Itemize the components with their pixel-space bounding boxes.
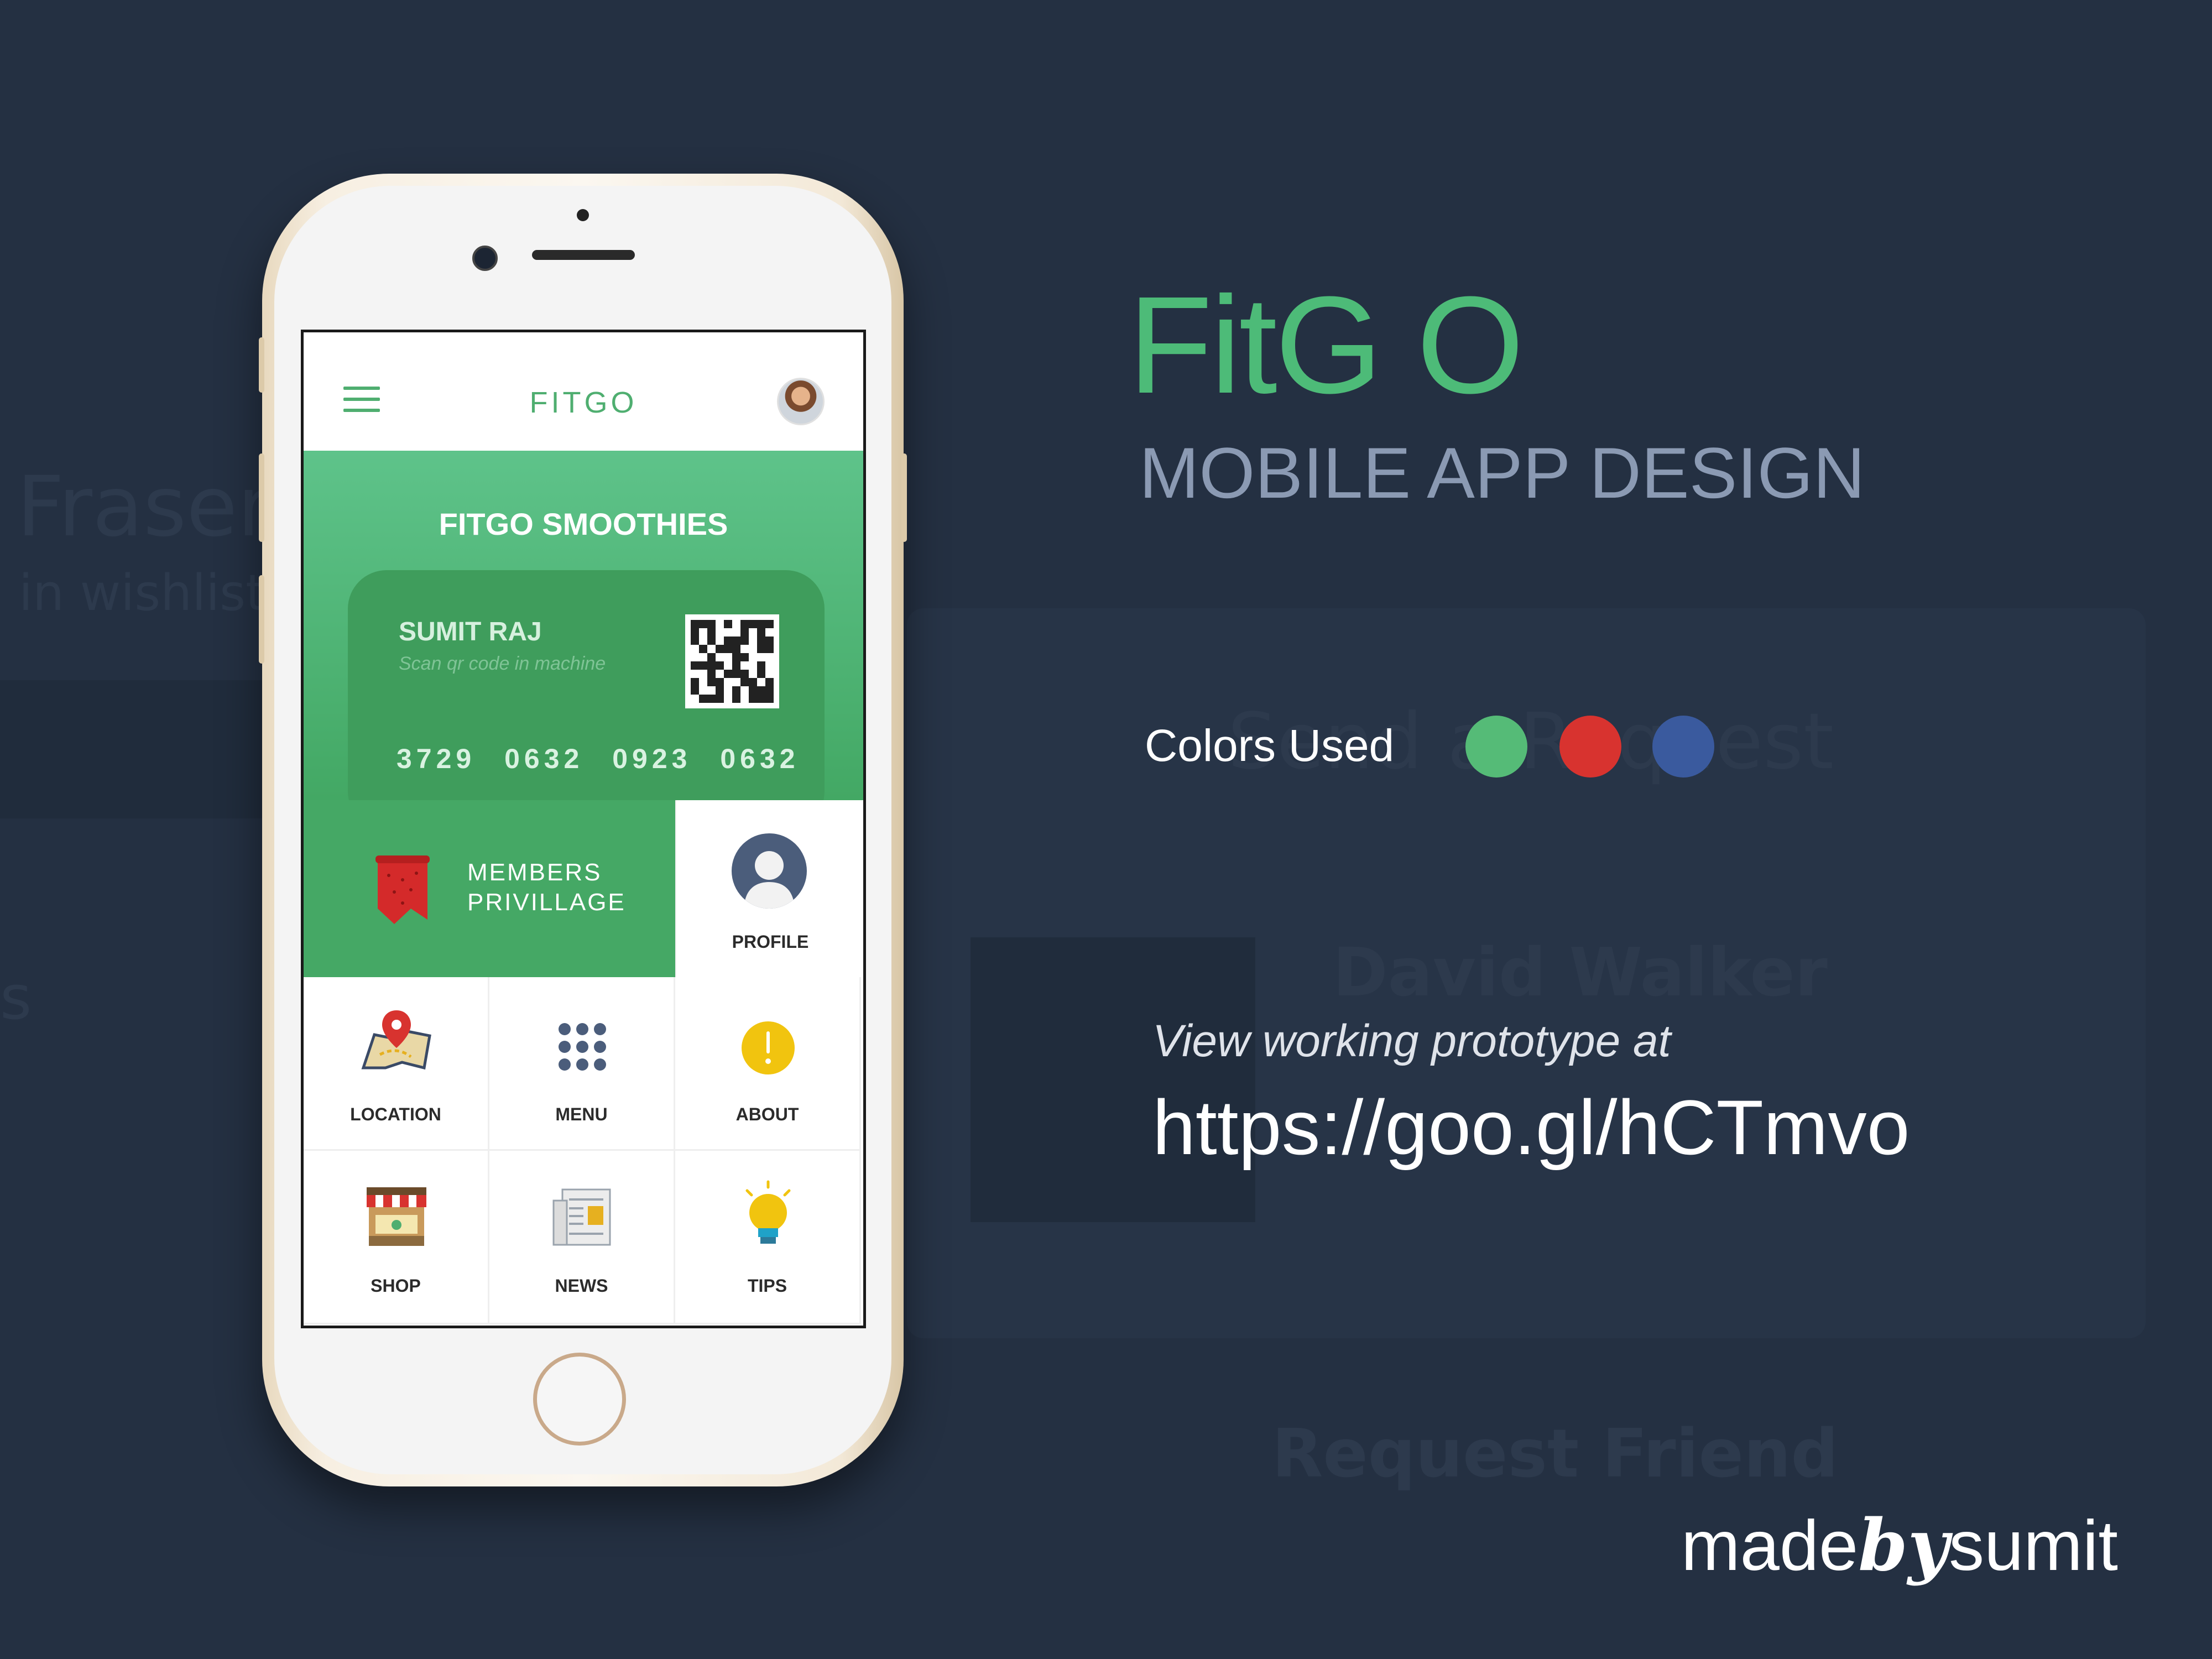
phone-home-button[interactable] — [533, 1353, 626, 1446]
shop-label: SHOP — [371, 1276, 421, 1296]
map-pin-icon — [361, 1010, 431, 1070]
credit-by: by — [1858, 1504, 1949, 1587]
color-swatch-red — [1559, 716, 1621, 778]
feature-grid: LOCATION MENU ABOUT SHOP NEWS TIPS — [304, 977, 863, 1326]
members-privillage-tile[interactable]: MEMBERS PRIVILLAGE — [304, 800, 675, 977]
prototype-url-link[interactable]: https://goo.gl/hCTmvo — [1152, 1083, 1910, 1172]
card-number: 3729 0632 0923 0632 — [397, 743, 800, 774]
hero-title: FITGO SMOOTHIES — [439, 507, 728, 541]
credit-made: made — [1681, 1506, 1859, 1585]
tile-news[interactable]: NEWS — [489, 1151, 675, 1324]
showcase-subtitle: MOBILE APP DESIGN — [1139, 432, 1865, 513]
tips-label: TIPS — [747, 1276, 787, 1296]
membership-card[interactable]: SUMIT RAJ Scan qr code in machine 3729 0… — [348, 570, 825, 830]
phone-side-button — [259, 337, 264, 393]
colors-used-label: Colors Used — [1145, 721, 1395, 771]
ghost-person-photo — [971, 937, 1255, 1222]
members-label-line2: PRIVILLAGE — [467, 889, 626, 916]
ghost-person-name: David Walker — [1333, 935, 1828, 1011]
showcase-title: FitG O — [1128, 268, 1524, 422]
phone-volume-up — [259, 453, 264, 542]
about-label: ABOUT — [735, 1104, 799, 1124]
ghost-name: Fraser — [17, 459, 272, 555]
info-exclamation-icon — [742, 1021, 795, 1074]
members-label: MEMBERS PRIVILLAGE — [467, 858, 626, 917]
color-swatch-blue — [1652, 716, 1714, 778]
hero-section: FITGO SMOOTHIES SUMIT RAJ Scan qr code i… — [304, 451, 863, 830]
tile-menu[interactable]: MENU — [489, 977, 675, 1151]
app-screen: FITGO FITGO SMOOTHIES SUMIT RAJ Scan qr … — [301, 330, 866, 1328]
credit-signature: madebysumit — [1681, 1504, 2118, 1587]
background-left-panel — [0, 680, 265, 818]
tile-about[interactable]: ABOUT — [675, 977, 861, 1151]
location-label: LOCATION — [350, 1104, 441, 1124]
ribbon-bookmark-icon — [375, 855, 430, 924]
dots-grid-icon — [559, 1023, 606, 1071]
color-swatch-green — [1465, 716, 1527, 778]
members-label-line1: MEMBERS — [467, 859, 602, 886]
ghost-side-text: s — [0, 962, 32, 1033]
profile-tile[interactable]: PROFILE — [675, 800, 863, 977]
lightbulb-icon — [745, 1180, 791, 1244]
news-label: NEWS — [555, 1276, 608, 1296]
menu-label: MENU — [555, 1104, 608, 1124]
newspaper-icon — [552, 1188, 611, 1246]
user-silhouette-icon — [732, 833, 807, 909]
tile-location[interactable]: LOCATION — [304, 977, 489, 1151]
app-bar: FITGO — [304, 332, 863, 451]
storefront-icon — [367, 1187, 426, 1246]
phone-sensor — [577, 209, 589, 221]
phone-camera — [472, 246, 498, 271]
credit-sumit: sumit — [1949, 1506, 2118, 1585]
qr-code-icon[interactable] — [685, 614, 779, 708]
user-avatar[interactable] — [777, 378, 825, 425]
card-hint: Scan qr code in machine — [399, 653, 606, 674]
phone-volume-down — [259, 575, 264, 664]
phone-speaker — [532, 250, 635, 260]
prototype-label: View working prototype at — [1152, 1016, 1671, 1066]
ghost-request-friend: Request Friend — [1272, 1416, 1839, 1493]
profile-label: PROFILE — [732, 932, 809, 952]
card-holder-name: SUMIT RAJ — [399, 617, 542, 646]
tile-shop[interactable]: SHOP — [304, 1151, 489, 1324]
ghost-wishlist: in wishlist — [19, 564, 265, 622]
phone-power-button — [901, 453, 907, 542]
tile-tips[interactable]: TIPS — [675, 1151, 861, 1324]
